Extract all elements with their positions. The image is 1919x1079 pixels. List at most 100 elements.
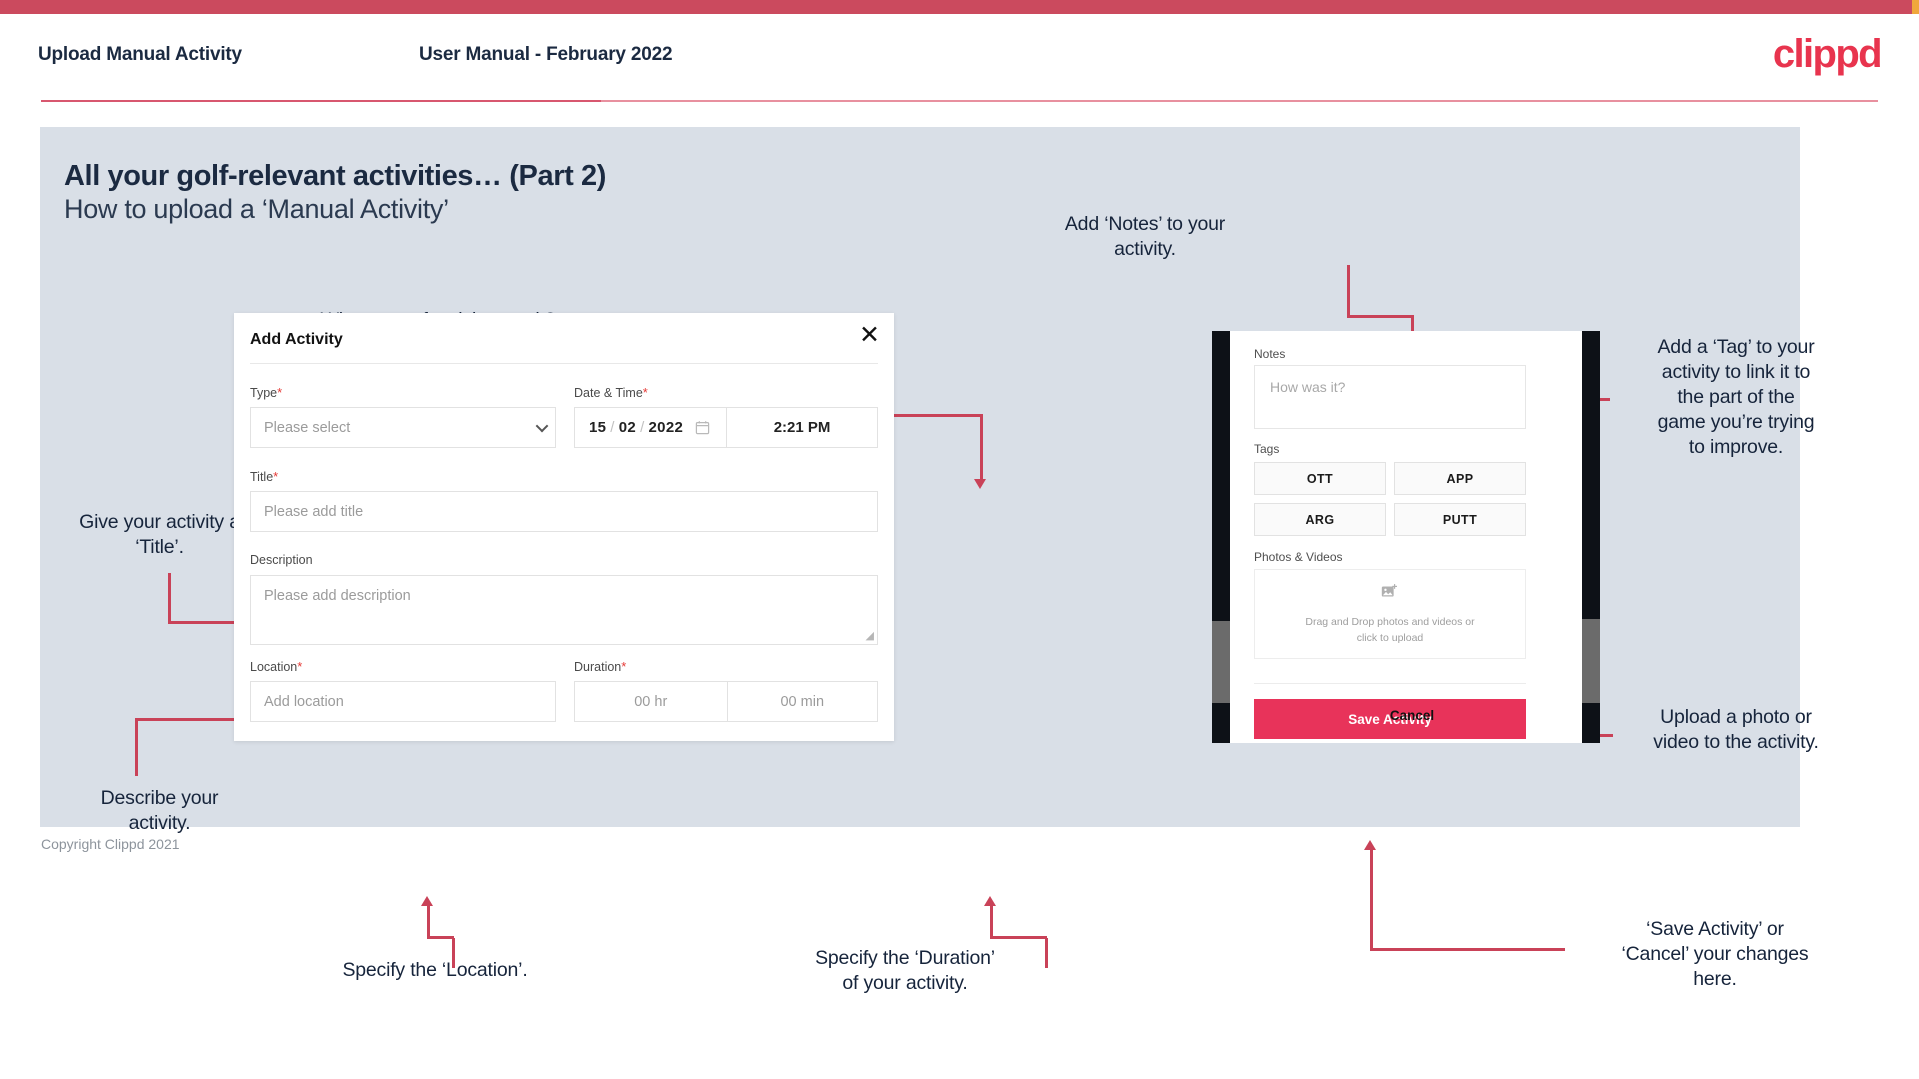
description-label: Description	[250, 553, 313, 567]
dropzone-line2: click to upload	[1356, 632, 1424, 644]
dialog-title: Add Activity	[250, 331, 343, 348]
tag-putt[interactable]: PUTT	[1394, 503, 1526, 536]
connector-datetime-arrow	[974, 479, 986, 489]
date-sep-1: /	[610, 419, 615, 436]
connector-save-arrow	[1364, 840, 1376, 850]
title-input[interactable]: Please add title	[250, 491, 878, 532]
resize-handle-icon[interactable]: ◢	[866, 629, 874, 642]
datetime-label: Date & Time*	[574, 385, 648, 400]
slide-title: All your golf-relevant activities… (Part…	[64, 160, 606, 192]
photos-label: Photos & Videos	[1254, 550, 1343, 564]
cancel-button-visible[interactable]: Cancel	[1236, 708, 1588, 723]
title-placeholder: Please add title	[264, 503, 364, 520]
phone-volume-button-left	[1212, 621, 1230, 703]
type-select[interactable]: Please select	[250, 407, 556, 448]
date-day: 15	[589, 419, 607, 436]
phone-screen: Notes How was it? Tags OTT APP ARG PUTT …	[1230, 331, 1582, 743]
duration-required-star: *	[621, 659, 627, 674]
time-input[interactable]: 2:21 PM	[726, 408, 877, 447]
footer-copyright: Copyright Clippd 2021	[41, 836, 180, 852]
duration-hours-value: 00 hr	[634, 693, 668, 710]
photo-dropzone[interactable]: Drag and Drop photos and videos or click…	[1254, 569, 1526, 659]
connector-title-v	[168, 573, 171, 623]
connector-location-arrow	[421, 896, 433, 906]
date-input[interactable]: 15 / 02 / 2022	[575, 408, 726, 447]
connector-duration-v1	[1045, 938, 1048, 968]
tag-putt-label: PUTT	[1442, 512, 1478, 527]
tag-arg-label: ARG	[1305, 512, 1335, 527]
type-placeholder: Please select	[264, 419, 351, 436]
clippd-logo: clippd	[1772, 32, 1883, 76]
connector-duration-v2	[990, 906, 993, 938]
notes-label: Notes	[1254, 347, 1286, 361]
description-textarea[interactable]: Please add description ◢	[250, 575, 878, 645]
tag-ott-label: OTT	[1306, 471, 1334, 486]
document-subtitle: User Manual - February 2022	[419, 44, 673, 65]
time-value: 2:21 PM	[773, 419, 831, 436]
date-year: 2022	[648, 419, 684, 436]
title-field-label: Title*	[250, 469, 278, 484]
annotation-description: Describe your activity.	[100, 787, 219, 834]
tag-ott[interactable]: OTT	[1254, 462, 1386, 495]
duration-hours-input[interactable]: 00 hr	[575, 682, 727, 721]
connector-location-h	[427, 936, 454, 939]
duration-minutes-input[interactable]: 00 min	[726, 682, 878, 721]
connector-duration-arrow	[984, 896, 996, 906]
top-accent-bar	[0, 0, 1919, 14]
annotation-upload: Upload a photo or video to the activity.	[1653, 706, 1819, 753]
tag-arg[interactable]: ARG	[1254, 503, 1386, 536]
calendar-icon[interactable]	[695, 420, 710, 435]
tag-app[interactable]: APP	[1394, 462, 1526, 495]
type-label-text: Type	[250, 386, 278, 400]
slide-subtitle: How to upload a ‘Manual Activity’	[64, 194, 449, 224]
phone-power-button-right	[1582, 619, 1600, 703]
notes-placeholder: How was it?	[1270, 379, 1346, 395]
location-label: Location*	[250, 659, 302, 674]
tags-label: Tags	[1254, 442, 1280, 456]
description-placeholder: Please add description	[264, 588, 411, 604]
header-divider-left	[41, 100, 601, 102]
connector-datetime-v2	[980, 414, 983, 481]
annotation-tags: Add a ‘Tag’ to your activity to link it …	[1657, 336, 1815, 458]
datetime-label-text: Date & Time	[574, 386, 643, 400]
cancel-visible-label: Cancel	[1389, 708, 1435, 723]
phone-bezel-left-bottom	[1212, 703, 1230, 743]
annotation-save: ‘Save Activity’ or ‘Cancel’ your changes…	[1621, 918, 1809, 990]
dropzone-line1: Drag and Drop photos and videos or	[1305, 616, 1475, 628]
annotation-notes: Add ‘Notes’ to your activity.	[1064, 213, 1226, 260]
date-sep-2: /	[640, 419, 645, 436]
title-label-text: Title	[250, 470, 274, 484]
type-label: Type*	[250, 385, 282, 400]
datetime-required-star: *	[642, 385, 648, 400]
connector-duration-h	[990, 936, 1047, 939]
location-label-text: Location	[250, 660, 298, 674]
notes-textarea[interactable]	[1254, 365, 1526, 429]
add-activity-dialog: Add Activity ✕ Type* Please select Date …	[234, 313, 894, 741]
location-input[interactable]: Add location	[250, 681, 556, 722]
tag-app-label: APP	[1446, 471, 1474, 486]
connector-save-h	[1370, 948, 1565, 951]
duration-group: 00 hr 00 min	[574, 681, 878, 722]
header-divider-right	[601, 100, 1878, 102]
connector-notes-h	[1347, 315, 1413, 318]
datetime-group: 15 / 02 / 2022 2:21 PM	[574, 407, 878, 448]
annotation-duration: Specify the ‘Duration’ of your activity.	[815, 947, 995, 994]
phone-divider	[1254, 683, 1526, 684]
duration-minutes-value: 00 min	[780, 693, 825, 710]
connector-desc-v	[135, 718, 138, 776]
date-month: 02	[618, 419, 637, 436]
connector-save-v	[1370, 850, 1373, 950]
title-required-star: *	[273, 469, 279, 484]
connector-notes-v1	[1347, 265, 1350, 317]
close-icon[interactable]: ✕	[859, 323, 880, 348]
add-image-icon	[1380, 582, 1400, 607]
description-label-text: Description	[250, 553, 313, 567]
dialog-divider	[250, 363, 878, 364]
phone-mockup: Notes How was it? Tags OTT APP ARG PUTT …	[1212, 331, 1600, 743]
type-required-star: *	[277, 385, 283, 400]
top-accent-marker	[1912, 0, 1919, 14]
phone-bezel-left-top	[1212, 331, 1230, 621]
phone-bezel-right-top	[1582, 331, 1600, 619]
annotation-location: Specify the ‘Location’.	[342, 959, 528, 981]
duration-label: Duration*	[574, 659, 626, 674]
